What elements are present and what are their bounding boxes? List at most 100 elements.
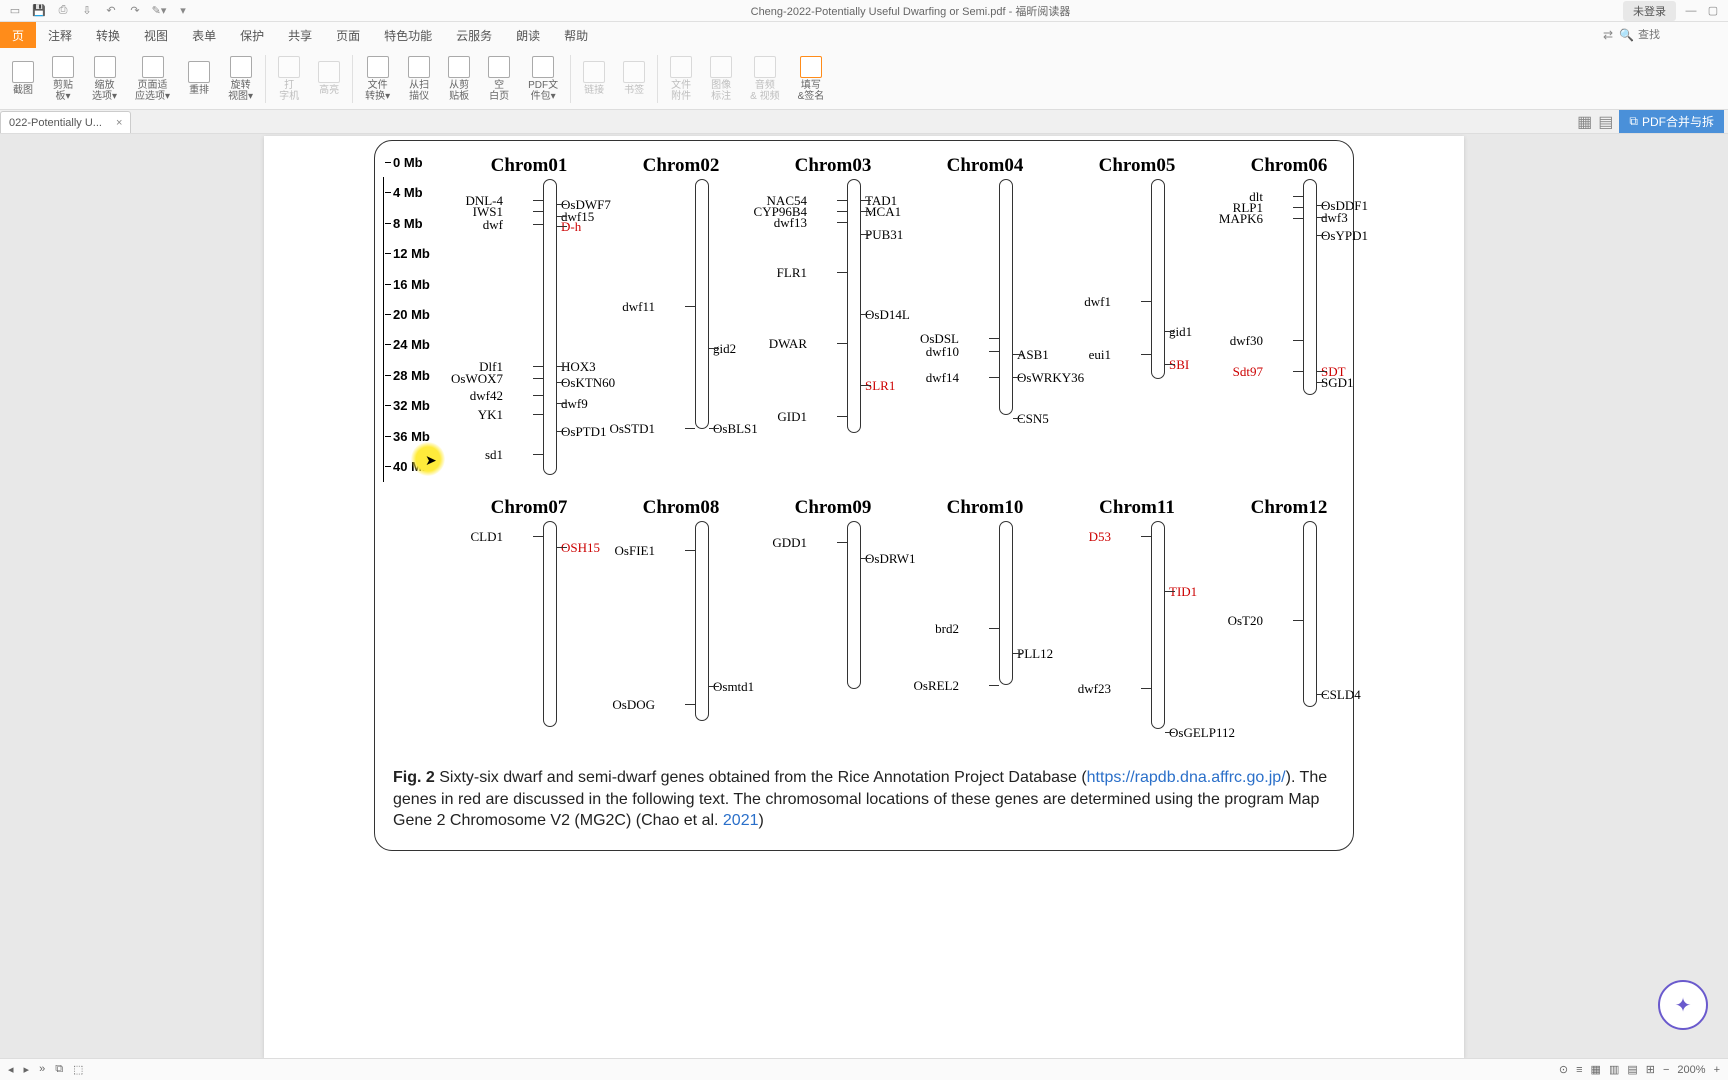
ribbon-label: 填写 bbox=[801, 80, 821, 91]
nav-btn[interactable]: » bbox=[39, 1063, 45, 1076]
menu-转换[interactable]: 转换 bbox=[84, 22, 132, 48]
maximize-icon[interactable]: ▢ bbox=[1706, 4, 1720, 17]
ribbon-PDF文[interactable]: PDF文件包▾ bbox=[520, 54, 566, 104]
gene-connector bbox=[1013, 418, 1023, 419]
document-view[interactable]: 0 Mb4 Mb8 Mb12 Mb16 Mb20 Mb24 Mb28 Mb32 … bbox=[0, 134, 1728, 1058]
status-item[interactable]: ▦ bbox=[1591, 1063, 1601, 1076]
brush-icon[interactable]: ✎▾ bbox=[152, 4, 166, 18]
pdf-merge-label: PDF合并与拆 bbox=[1642, 113, 1714, 130]
lang-switch-icon[interactable]: ⇄ bbox=[1597, 28, 1619, 42]
gene-connector bbox=[533, 224, 543, 225]
status-item[interactable]: + bbox=[1714, 1064, 1720, 1076]
gene-connector bbox=[837, 416, 847, 417]
status-item[interactable]: ▤ bbox=[1627, 1063, 1637, 1076]
menu-帮助[interactable]: 帮助 bbox=[552, 22, 600, 48]
menu-注释[interactable]: 注释 bbox=[36, 22, 84, 48]
print-icon[interactable]: ⎙ bbox=[56, 4, 70, 18]
gene-label: dwf1 bbox=[1084, 294, 1111, 310]
titlebar: ▭ 💾 ⎙ ⇩ ↶ ↷ ✎▾ ▾ Cheng-2022-Potentially … bbox=[0, 0, 1728, 22]
gene-label: CSN5 bbox=[1017, 411, 1049, 427]
gene-connector bbox=[1317, 382, 1327, 383]
redo-icon[interactable]: ↷ bbox=[128, 4, 142, 18]
ribbon-icon bbox=[278, 56, 300, 78]
ribbon-从剪[interactable]: 从剪贴板 bbox=[440, 54, 478, 104]
caption-link-1[interactable]: https://rapdb.dna.affrc.go.jp/ bbox=[1087, 769, 1286, 786]
menu-特色功能[interactable]: 特色功能 bbox=[372, 22, 444, 48]
gene-label: PLL12 bbox=[1017, 646, 1053, 662]
view-list-icon[interactable]: ▤ bbox=[1598, 112, 1613, 132]
menu-云服务[interactable]: 云服务 bbox=[444, 22, 504, 48]
gene-label: PUB31 bbox=[865, 227, 903, 243]
status-item[interactable]: 200% bbox=[1677, 1064, 1705, 1076]
status-item[interactable]: ⊞ bbox=[1646, 1063, 1655, 1076]
gene-label: dwf23 bbox=[1078, 681, 1111, 697]
figure-caption: Fig. 2 Sixty-six dwarf and semi-dwarf ge… bbox=[389, 759, 1335, 832]
save-icon[interactable]: 💾 bbox=[32, 4, 46, 18]
status-item[interactable]: ≡ bbox=[1576, 1064, 1582, 1076]
nav-btn[interactable]: ◂ bbox=[8, 1063, 14, 1076]
more-icon[interactable]: ▾ bbox=[176, 4, 190, 18]
export-icon[interactable]: ⇩ bbox=[80, 4, 94, 18]
menu-保护[interactable]: 保护 bbox=[228, 22, 276, 48]
nav-btn[interactable]: ⬚ bbox=[73, 1063, 83, 1076]
document-tab[interactable]: 022-Potentially U... × bbox=[0, 111, 131, 133]
gene-label: gid2 bbox=[713, 341, 736, 357]
login-button[interactable]: 未登录 bbox=[1623, 1, 1676, 21]
undo-icon[interactable]: ↶ bbox=[104, 4, 118, 18]
nav-btn[interactable]: ⧉ bbox=[55, 1063, 63, 1076]
ribbon-label: 文件 bbox=[368, 80, 388, 91]
ribbon-label: 链接 bbox=[584, 85, 604, 96]
status-item[interactable]: ⊙ bbox=[1559, 1063, 1568, 1076]
assistant-badge[interactable]: ✦ bbox=[1658, 980, 1708, 1030]
ribbon-填写[interactable]: 填写&签名 bbox=[790, 54, 833, 104]
menu-页面[interactable]: 页面 bbox=[324, 22, 372, 48]
gene-label: YK1 bbox=[478, 407, 503, 423]
chrom-body: GDD1OsDRW1 bbox=[787, 521, 879, 741]
ribbon-label: 截图 bbox=[13, 85, 33, 96]
ribbon-从扫[interactable]: 从扫描仪 bbox=[400, 54, 438, 104]
ribbon-旋转[interactable]: 旋转视图▾ bbox=[220, 54, 261, 104]
ribbon-label: 音频 bbox=[755, 80, 775, 91]
status-item[interactable]: − bbox=[1663, 1064, 1669, 1076]
minimize-icon[interactable]: — bbox=[1684, 5, 1698, 17]
nav-btn[interactable]: ▸ bbox=[24, 1063, 30, 1076]
merge-icon: ⧉ bbox=[1629, 114, 1638, 129]
pdf-merge-button[interactable]: ⧉ PDF合并与拆 bbox=[1619, 110, 1724, 133]
chrom-title: Chrom02 bbox=[635, 155, 727, 177]
ribbon-label: 高亮 bbox=[319, 85, 339, 96]
gene-connector bbox=[709, 686, 719, 687]
view-grid-icon[interactable]: ▦ bbox=[1577, 112, 1592, 132]
scale-tick: 24 Mb bbox=[393, 337, 430, 352]
file-icon[interactable]: ▭ bbox=[8, 4, 22, 18]
gene-label: Sdt97 bbox=[1233, 364, 1263, 380]
ribbon-剪贴[interactable]: 剪贴板▾ bbox=[44, 54, 82, 104]
search-input[interactable] bbox=[1638, 29, 1718, 41]
status-item[interactable]: ▥ bbox=[1609, 1063, 1619, 1076]
gene-connector bbox=[989, 685, 999, 686]
ribbon-label: 图像 bbox=[711, 80, 731, 91]
gene-label: dwf14 bbox=[926, 370, 959, 386]
caption-link-2[interactable]: 2021 bbox=[723, 812, 759, 829]
gene-connector bbox=[557, 226, 567, 227]
ribbon-icon bbox=[367, 56, 389, 78]
ribbon-label: 从扫 bbox=[409, 80, 429, 91]
ribbon-文件[interactable]: 文件转换▾ bbox=[357, 54, 398, 104]
gene-connector bbox=[837, 343, 847, 344]
menu-表单[interactable]: 表单 bbox=[180, 22, 228, 48]
menu-视图[interactable]: 视图 bbox=[132, 22, 180, 48]
gene-connector bbox=[685, 306, 695, 307]
search-icon[interactable]: 🔍 bbox=[1619, 28, 1634, 42]
gene-connector bbox=[1317, 235, 1327, 236]
menu-朗读[interactable]: 朗读 bbox=[504, 22, 552, 48]
ribbon-空[interactable]: 空白页 bbox=[480, 54, 518, 104]
tab-close-icon[interactable]: × bbox=[116, 117, 122, 129]
ribbon-截图[interactable]: 截图 bbox=[4, 59, 42, 98]
gene-connector bbox=[861, 314, 871, 315]
ribbon-缩放[interactable]: 缩放选项▾ bbox=[84, 54, 125, 104]
gene-label: SBI bbox=[1169, 357, 1189, 373]
ribbon-label: 打 bbox=[284, 80, 294, 91]
tab-home[interactable]: 页 bbox=[0, 22, 36, 48]
ribbon-页面适[interactable]: 页面适应选项▾ bbox=[127, 54, 178, 104]
menu-共享[interactable]: 共享 bbox=[276, 22, 324, 48]
ribbon-重排[interactable]: 重排 bbox=[180, 59, 218, 98]
